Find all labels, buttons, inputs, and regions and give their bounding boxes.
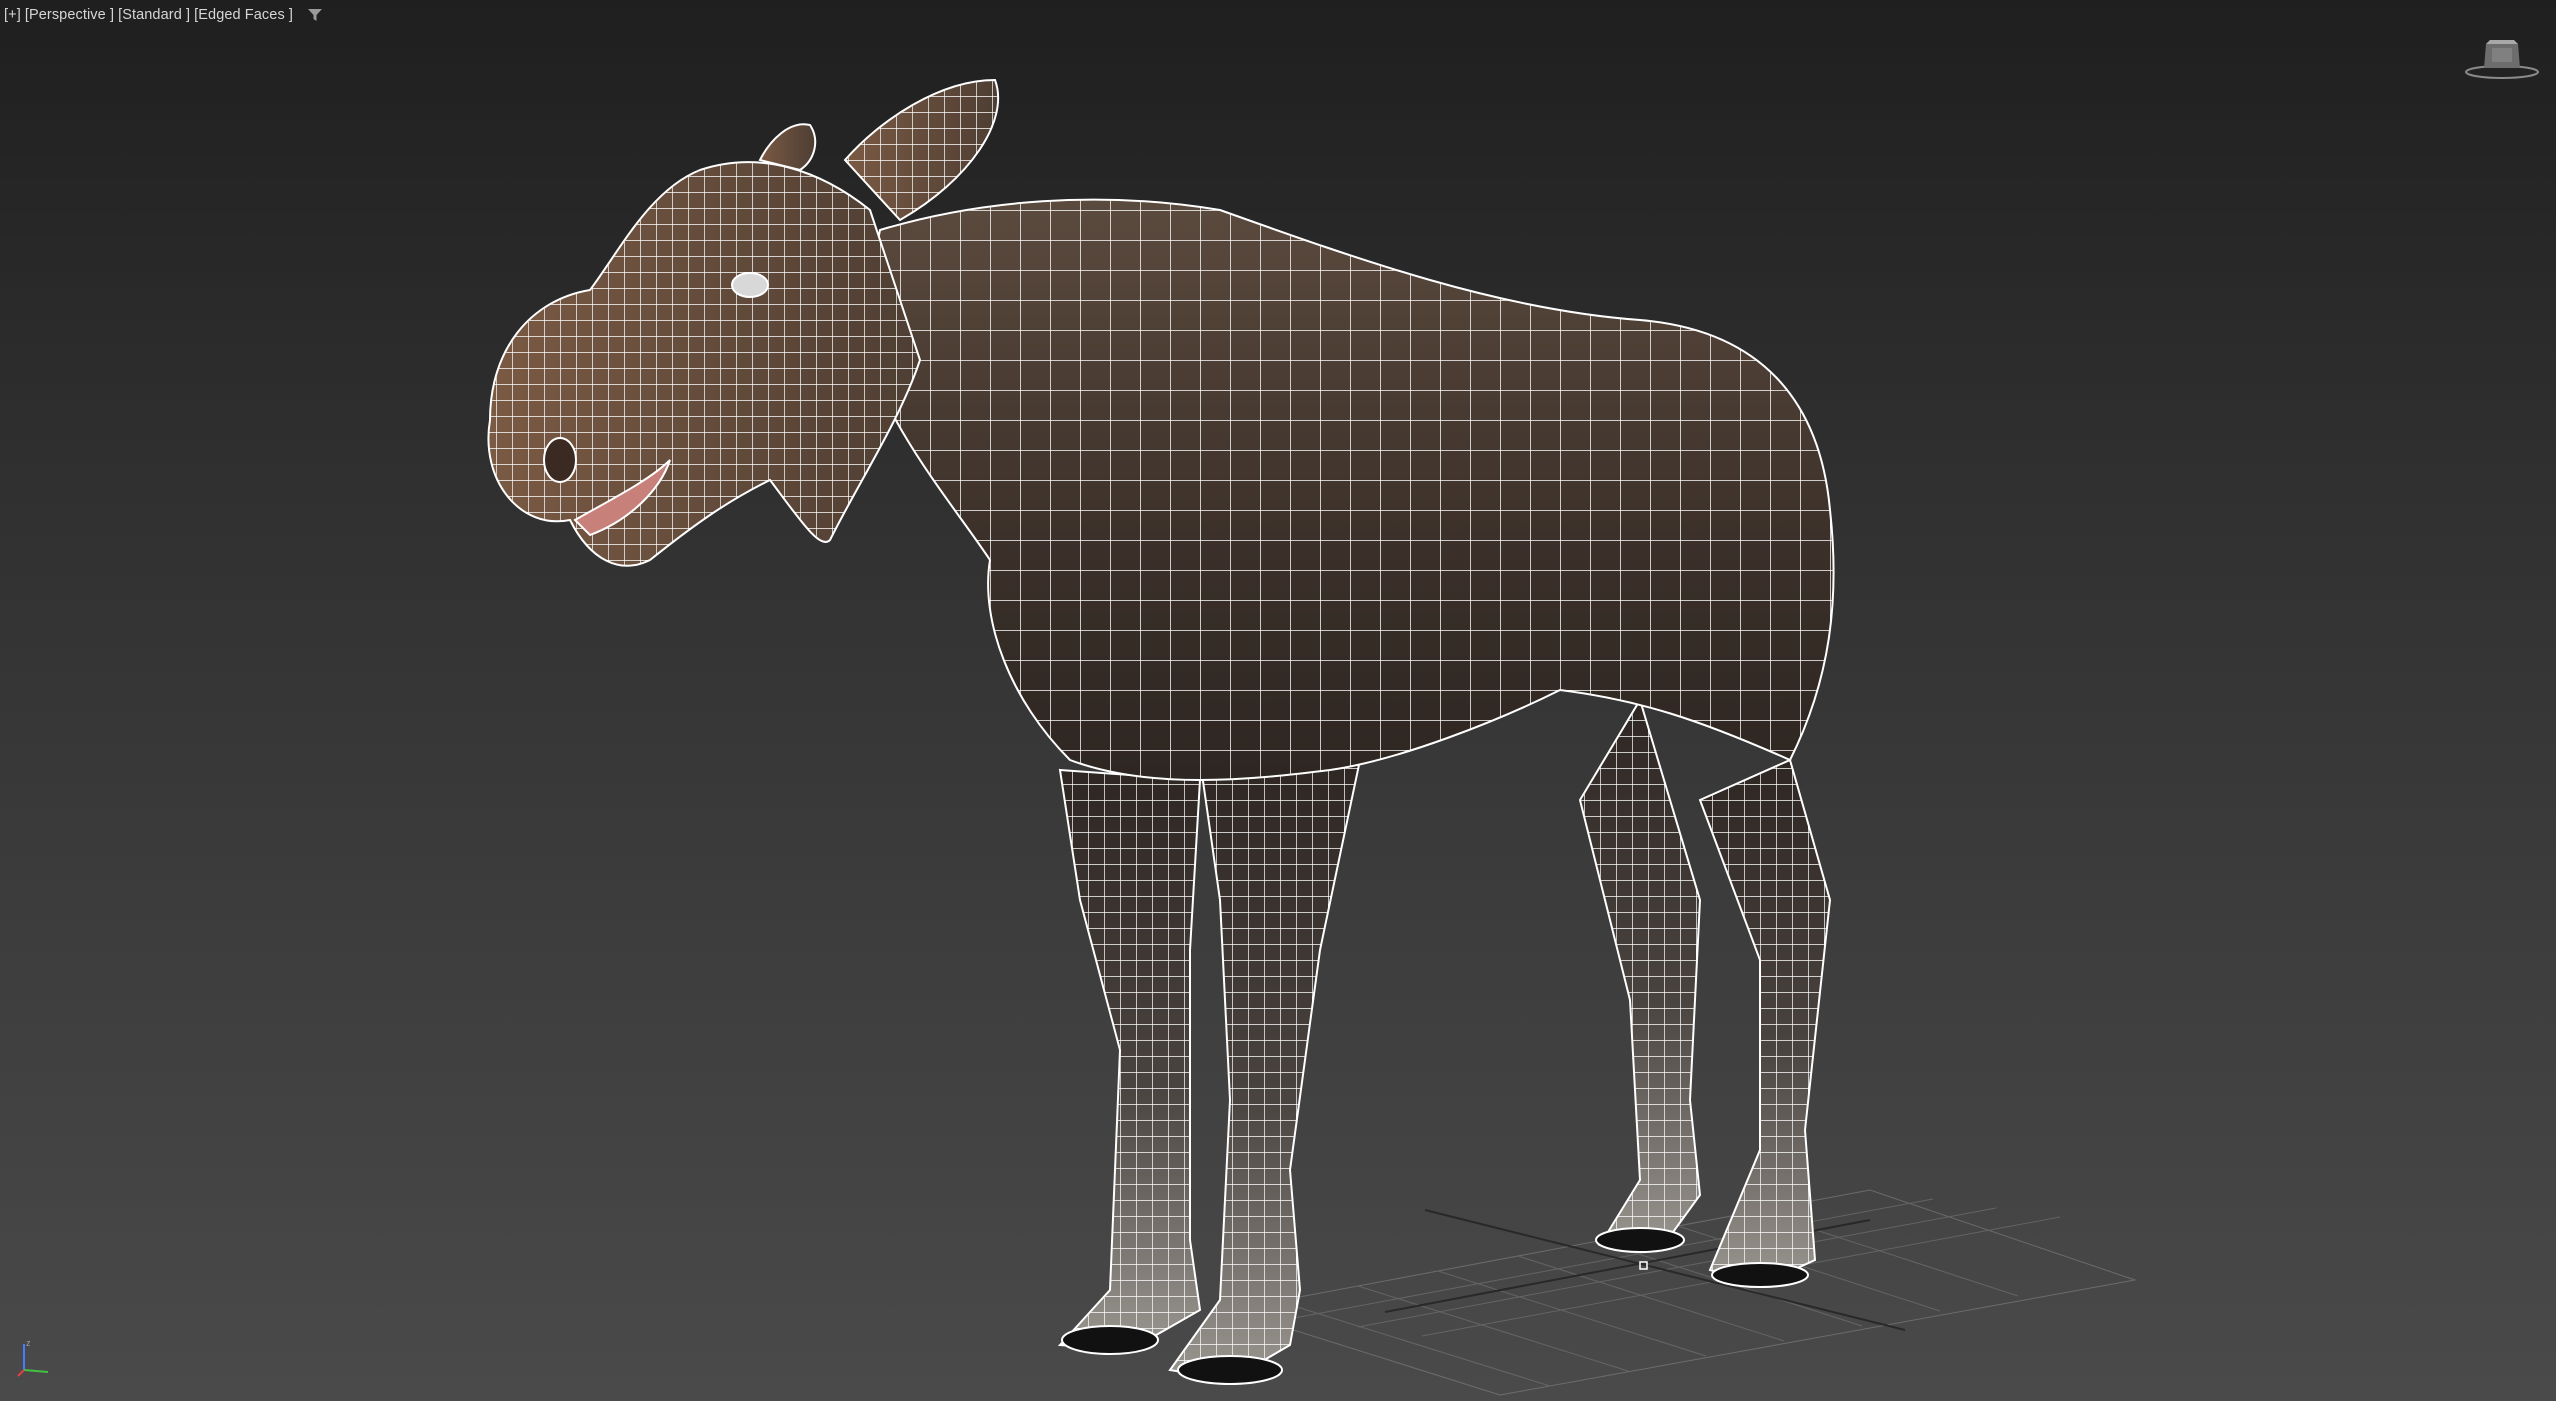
axis-z-label: z: [26, 1338, 31, 1348]
moose-mesh[interactable]: [487, 78, 1835, 1385]
perspective-viewport[interactable]: [+] [Perspective ] [Standard ] [Edged Fa…: [0, 0, 2556, 1401]
axis-tripod-icon: z: [14, 1336, 58, 1380]
scene-canvas[interactable]: [0, 0, 2556, 1401]
